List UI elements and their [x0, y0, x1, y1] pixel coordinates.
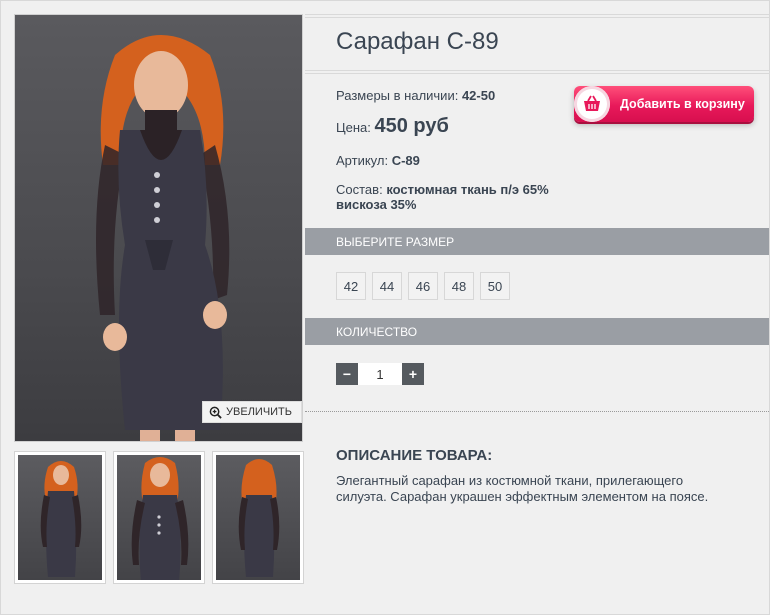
basket-icon [574, 86, 610, 122]
price-value: 450 руб [374, 115, 449, 137]
quantity-section-header: КОЛИЧЕСТВО [305, 318, 769, 345]
sizes-value: 42-50 [461, 88, 496, 103]
description-text: Элегантный сарафан из костюмной ткани, п… [336, 473, 709, 504]
sizes-available: Размеры в наличии: 42-50 [336, 88, 495, 103]
quantity-increase-button[interactable]: + [402, 363, 424, 385]
quantity-input[interactable] [358, 363, 402, 385]
sku-value: С-89 [391, 153, 420, 168]
thumbnail-back-image [238, 459, 280, 577]
size-option-44[interactable]: 44 [372, 272, 402, 300]
product-title: Сарафан С-89 [336, 28, 499, 55]
size-option-50[interactable]: 50 [480, 272, 510, 300]
divider [305, 70, 770, 74]
price-label: Цена: [336, 120, 371, 135]
divider [305, 14, 770, 18]
divider [305, 411, 770, 412]
sizes-label: Размеры в наличии: [336, 88, 459, 103]
description-title: ОПИСАНИЕ ТОВАРА: [336, 447, 493, 464]
zoom-button[interactable]: УВЕЛИЧИТЬ [202, 401, 302, 423]
thumbnail-back[interactable] [212, 451, 304, 584]
thumbnail-detail-image [131, 457, 189, 580]
thumbnail-front[interactable] [14, 451, 106, 584]
thumbnail-strip [14, 451, 304, 586]
zoom-label: УВЕЛИЧИТЬ [226, 406, 292, 418]
thumbnail-detail[interactable] [113, 451, 205, 584]
main-product-photo[interactable]: УВЕЛИЧИТЬ [14, 14, 303, 442]
zoom-in-icon [209, 406, 222, 419]
size-option-48[interactable]: 48 [444, 272, 474, 300]
quantity-decrease-button[interactable]: − [336, 363, 358, 385]
size-options: 42 44 46 48 50 [336, 272, 510, 300]
sku-label: Артикул: [336, 153, 389, 168]
composition-label: Состав: [336, 182, 383, 197]
size-section-header: ВЫБЕРИТЕ РАЗМЕР [305, 228, 769, 255]
price: Цена: 450 руб [336, 115, 449, 138]
model-photo-illustration [96, 35, 230, 441]
add-to-cart-label: Добавить в корзину [620, 97, 745, 111]
composition: Состав: костюмная ткань п/э 65% вискоза … [336, 182, 566, 212]
add-to-cart-button[interactable]: Добавить в корзину [574, 86, 754, 122]
size-option-42[interactable]: 42 [336, 272, 366, 300]
product-page: УВЕЛИЧИТЬ Сарафан С-89 Размеры в наличии… [0, 0, 770, 615]
sku: Артикул: С-89 [336, 153, 420, 168]
size-option-46[interactable]: 46 [408, 272, 438, 300]
quantity-stepper: − + [336, 363, 424, 385]
product-info: Сарафан С-89 Размеры в наличии: 42-50 Це… [305, 14, 770, 586]
thumbnail-front-image [40, 461, 82, 577]
